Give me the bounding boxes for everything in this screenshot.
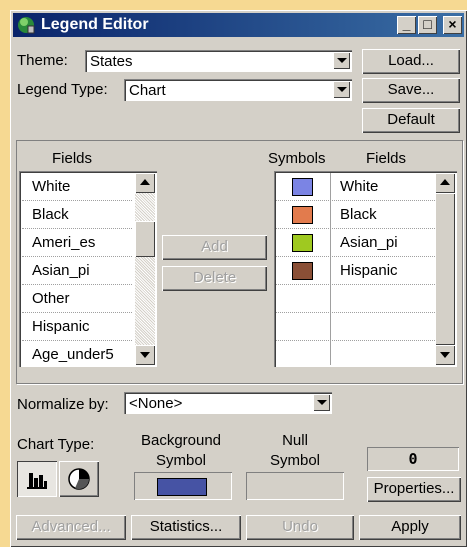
symbol-field-label: Hispanic [340, 262, 398, 279]
symbol-row[interactable]: Asian_pi [276, 229, 435, 257]
maximize-button[interactable]: □ [418, 16, 437, 34]
symbols-list[interactable]: White Black Asian_pi Hispanic [274, 171, 457, 367]
background-symbol-swatch[interactable] [157, 478, 207, 496]
symbol-field-label: Asian_pi [340, 234, 398, 251]
properties-button[interactable]: Properties... [367, 477, 461, 502]
field-label: Black [32, 206, 69, 223]
symbols-scroll-thumb[interactable] [435, 193, 455, 345]
symbol-swatch[interactable] [292, 206, 313, 224]
list-item[interactable]: Asian_pi [22, 257, 132, 285]
theme-dropdown-arrow-icon[interactable] [333, 52, 350, 69]
symbol-row-empty[interactable] [276, 313, 435, 341]
symbols-list-items: White Black Asian_pi Hispanic [276, 173, 435, 365]
pie-chart-button[interactable] [59, 461, 99, 497]
normalize-value: <None> [129, 395, 183, 412]
background-symbol-label-line2: Symbol [155, 452, 207, 469]
list-item[interactable]: Ameri_es [22, 229, 132, 257]
fields-list-items: White Black Ameri_es Asian_pi Other Hisp… [22, 173, 132, 365]
legend-type-dropdown-arrow-icon[interactable] [333, 81, 350, 98]
close-icon: × [448, 16, 457, 32]
close-button[interactable]: × [443, 16, 462, 34]
legend-editor-app-icon [18, 17, 35, 34]
symbols-scroll-down-icon[interactable] [435, 345, 455, 365]
field-label: White [32, 178, 71, 195]
symbol-field-label: White [340, 178, 379, 195]
field-label: Hispanic [32, 318, 90, 335]
fields-scroll-down-icon[interactable] [135, 345, 155, 365]
symbol-swatch[interactable] [292, 262, 313, 280]
symbol-swatch[interactable] [292, 178, 313, 196]
fields-header: Fields [52, 150, 93, 167]
normalize-select[interactable]: <None> [124, 392, 332, 414]
fields-list[interactable]: White Black Ameri_es Asian_pi Other Hisp… [19, 171, 157, 367]
field-label: Ameri_es [32, 234, 96, 251]
delete-button[interactable]: Delete [162, 266, 267, 291]
background-symbol-label-line1: Background [140, 432, 222, 449]
list-item[interactable]: Age_under5 [22, 341, 132, 367]
apply-button[interactable]: Apply [359, 515, 461, 540]
save-button[interactable]: Save... [362, 78, 460, 103]
window-title: Legend Editor [41, 16, 149, 33]
theme-select[interactable]: States [85, 50, 352, 72]
field-label: Age_under5 [32, 346, 114, 363]
bar-chart-button[interactable] [17, 461, 57, 497]
symbol-field-label: Black [340, 206, 377, 223]
list-item[interactable]: Black [22, 201, 132, 229]
theme-label: Theme: [17, 52, 68, 69]
minimize-button[interactable]: _ [397, 16, 416, 34]
field-label: Other [32, 290, 70, 307]
symbol-swatch[interactable] [292, 234, 313, 252]
symbol-row[interactable]: Black [276, 201, 435, 229]
list-item[interactable]: White [22, 173, 132, 201]
symbols-header: Symbols [268, 150, 326, 167]
undo-button[interactable]: Undo [246, 515, 354, 540]
legend-type-value: Chart [129, 82, 166, 99]
pie-chart-icon [68, 468, 90, 490]
size-value-box[interactable]: 0 [367, 447, 459, 471]
normalize-label: Normalize by: [17, 396, 109, 413]
legend-type-select[interactable]: Chart [124, 79, 352, 101]
symbols-scroll-up-icon[interactable] [435, 173, 455, 193]
statistics-button[interactable]: Statistics... [131, 515, 241, 540]
fields-scroll-up-icon[interactable] [135, 173, 155, 193]
null-symbol-box[interactable] [246, 472, 344, 500]
symbol-row-empty[interactable] [276, 285, 435, 313]
null-symbol-label-line1: Null [282, 432, 308, 449]
bar-chart-icon [27, 473, 47, 489]
minimize-icon: _ [402, 16, 411, 32]
load-button[interactable]: Load... [362, 49, 460, 74]
default-button[interactable]: Default [362, 108, 460, 133]
symbol-row[interactable]: White [276, 173, 435, 201]
theme-value: States [90, 53, 133, 70]
symbol-row[interactable]: Hispanic [276, 257, 435, 285]
title-bar[interactable]: Legend Editor _ □ × [13, 13, 464, 37]
field-label: Asian_pi [32, 262, 90, 279]
advanced-button[interactable]: Advanced... [16, 515, 126, 540]
list-item[interactable]: Hispanic [22, 313, 132, 341]
chart-type-label: Chart Type: [17, 436, 95, 453]
add-button[interactable]: Add [162, 235, 267, 260]
background-symbol-box[interactable] [134, 472, 232, 500]
legend-type-label: Legend Type: [17, 81, 108, 98]
list-item[interactable]: Other [22, 285, 132, 313]
normalize-dropdown-arrow-icon[interactable] [313, 394, 330, 411]
null-symbol-label-line2: Symbol [269, 452, 321, 469]
fields-scrollbar[interactable] [135, 173, 155, 365]
symbol-row-empty[interactable] [276, 341, 435, 367]
legend-editor-window: Legend Editor _ □ × Theme: States Load..… [10, 10, 467, 547]
maximize-icon: □ [423, 16, 432, 32]
symbols-fields-header: Fields [366, 150, 407, 167]
fields-scroll-thumb[interactable] [135, 221, 155, 257]
